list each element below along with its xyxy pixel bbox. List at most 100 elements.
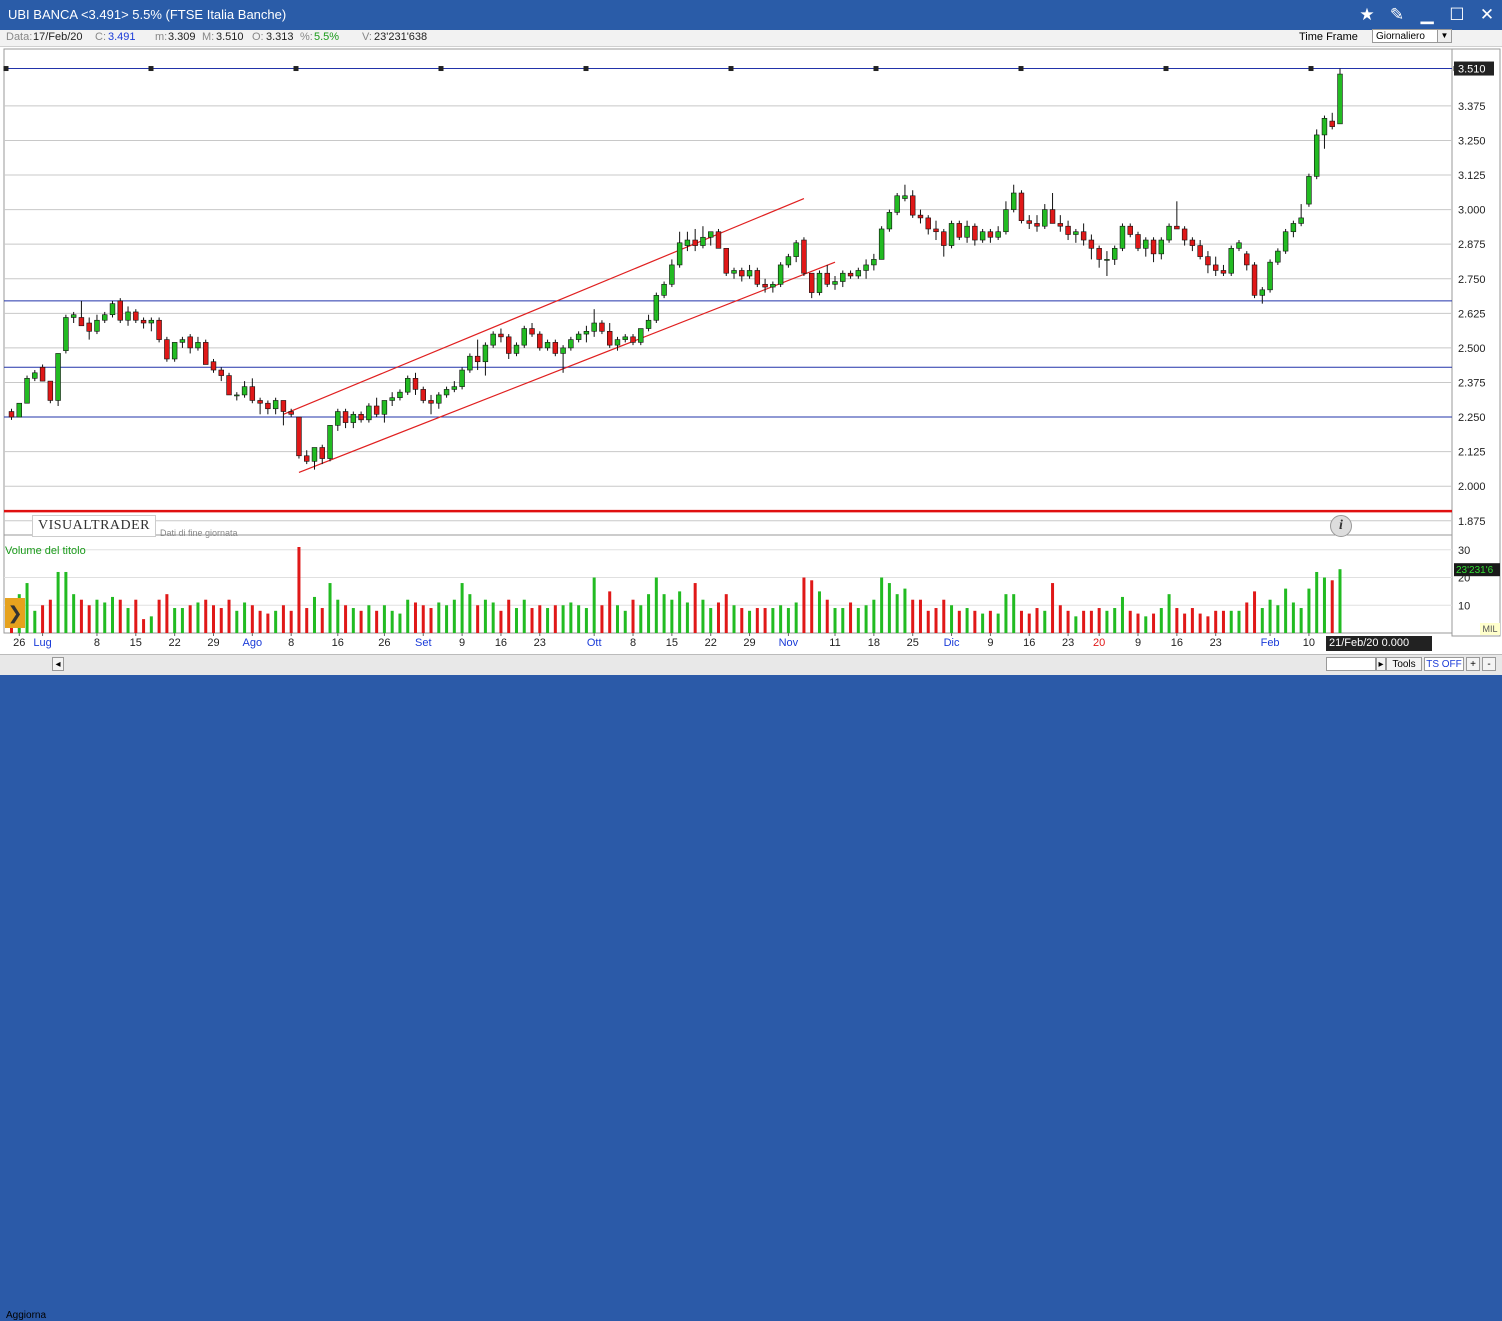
candle-body	[443, 389, 450, 396]
volume-bar	[56, 571, 60, 633]
volume-bar	[1128, 610, 1132, 633]
candle-body	[179, 339, 186, 343]
chevron-down-icon[interactable]: ▼	[1437, 30, 1451, 42]
volume-bar	[468, 594, 472, 633]
x-tick-label: 22	[169, 637, 181, 649]
candle-body	[599, 322, 605, 332]
volume-bar	[103, 602, 107, 633]
candle-body	[560, 347, 566, 354]
volume-bar	[841, 608, 845, 633]
candle-body	[373, 405, 380, 415]
candle-body	[1042, 209, 1048, 227]
candle-body	[164, 339, 170, 360]
info-icon[interactable]: i	[1330, 515, 1352, 537]
x-tick-label: 16	[1023, 637, 1035, 649]
candle-body	[210, 361, 217, 371]
candle-body	[133, 311, 139, 321]
panel-toggle-icon[interactable]: ❯	[5, 598, 25, 628]
minimize-icon[interactable]: ▁	[1414, 3, 1440, 27]
candle-body	[420, 389, 426, 401]
horizontal-scrollbar[interactable]	[1326, 657, 1376, 671]
scroll-right-icon[interactable]: ▸	[1376, 657, 1386, 671]
price-chart[interactable]: 1.875 2.000 2.125 2.250 2.375 2.500 2.625 2.750…	[0, 46, 1502, 654]
timeframe-select[interactable]: Giornaliero ▼	[1372, 29, 1452, 43]
volume-bar	[336, 599, 340, 633]
volume-bar	[546, 608, 550, 633]
candle-body	[1251, 264, 1258, 296]
volume-bar	[817, 591, 821, 633]
volume-bar	[1190, 608, 1194, 633]
x-tick-label: 23	[534, 637, 546, 649]
volume-bar	[957, 610, 961, 633]
bottom-bar: Aggiorna ◂ ▸ Tools TS OFF + -	[0, 654, 1502, 1321]
candle-body	[645, 319, 652, 329]
volume-bar	[1152, 613, 1156, 633]
volume-bar	[600, 605, 604, 633]
candle-body	[793, 242, 799, 257]
candle-body	[544, 342, 551, 349]
candle-body	[723, 248, 729, 274]
volume-bar	[1253, 591, 1257, 633]
zoom-out-button[interactable]: -	[1482, 657, 1496, 671]
chart-window: UBI BANCA <3.491> 5.5% (FTSE Italia Banc…	[0, 0, 1502, 1321]
volume-bar	[538, 605, 542, 633]
x-tick-label: Lug	[33, 637, 51, 649]
candle-body	[70, 314, 77, 318]
volume-bar	[856, 608, 860, 633]
volume-bar	[118, 599, 122, 633]
timeframe-value: Giornaliero	[1376, 31, 1425, 42]
candle-body	[102, 314, 108, 321]
candle-body	[1166, 225, 1172, 241]
volume-bar	[180, 608, 184, 633]
volume-bar	[1214, 610, 1218, 633]
candle-body	[676, 242, 683, 266]
volume-bar	[149, 616, 153, 633]
maximize-icon[interactable]: ☐	[1444, 3, 1470, 27]
open-value: 3.313	[266, 31, 294, 43]
scroll-left-icon[interactable]: ◂	[52, 657, 64, 671]
aggiorna-label[interactable]: Aggiorna	[6, 1310, 46, 1321]
candle-body	[498, 333, 504, 338]
price-tick-label: 3.125	[1458, 170, 1486, 182]
candle-body	[490, 333, 496, 346]
candle-body	[1049, 209, 1056, 224]
x-tick-label: 16	[1171, 637, 1183, 649]
candle-body	[894, 195, 900, 213]
candle-body	[808, 272, 815, 293]
candle-body	[1119, 225, 1126, 249]
title-bar: UBI BANCA <3.491> 5.5% (FTSE Italia Banc…	[0, 0, 1502, 30]
candle-body	[669, 264, 675, 285]
candle-body	[1003, 209, 1009, 233]
close-icon[interactable]: ✕	[1474, 3, 1500, 27]
min-label: m:	[155, 31, 168, 43]
candle-body	[459, 369, 465, 387]
candle-body	[412, 378, 419, 390]
x-tick-label: 20	[1093, 637, 1105, 649]
ts-off-button[interactable]: TS OFF	[1424, 657, 1464, 671]
star-icon[interactable]: ★	[1354, 3, 1380, 27]
volume-bar	[880, 577, 884, 633]
candle-body	[1181, 228, 1188, 241]
candle-body	[1096, 248, 1102, 260]
candle-body	[917, 214, 924, 219]
volume-bar	[1198, 613, 1202, 633]
pct-label: %:	[300, 31, 313, 43]
candle-body	[529, 328, 535, 335]
volume-bar	[274, 610, 278, 633]
candle-body	[537, 333, 543, 349]
volume-bar	[911, 599, 915, 633]
tools-button[interactable]: Tools	[1386, 657, 1422, 671]
candle-body	[785, 256, 792, 266]
volume-bar	[250, 605, 254, 633]
candle-body	[731, 270, 737, 274]
level-handle	[873, 66, 879, 72]
volume-bar	[716, 602, 720, 633]
candle-body	[847, 272, 854, 277]
price-tick-label: 3.375	[1458, 101, 1486, 113]
candle-body	[1111, 248, 1118, 260]
pin-icon[interactable]: ✎	[1384, 3, 1410, 27]
volume-value: 23'231'638	[374, 31, 428, 43]
level-handle	[728, 66, 734, 72]
candle-body	[855, 270, 862, 277]
zoom-in-button[interactable]: +	[1466, 657, 1480, 671]
